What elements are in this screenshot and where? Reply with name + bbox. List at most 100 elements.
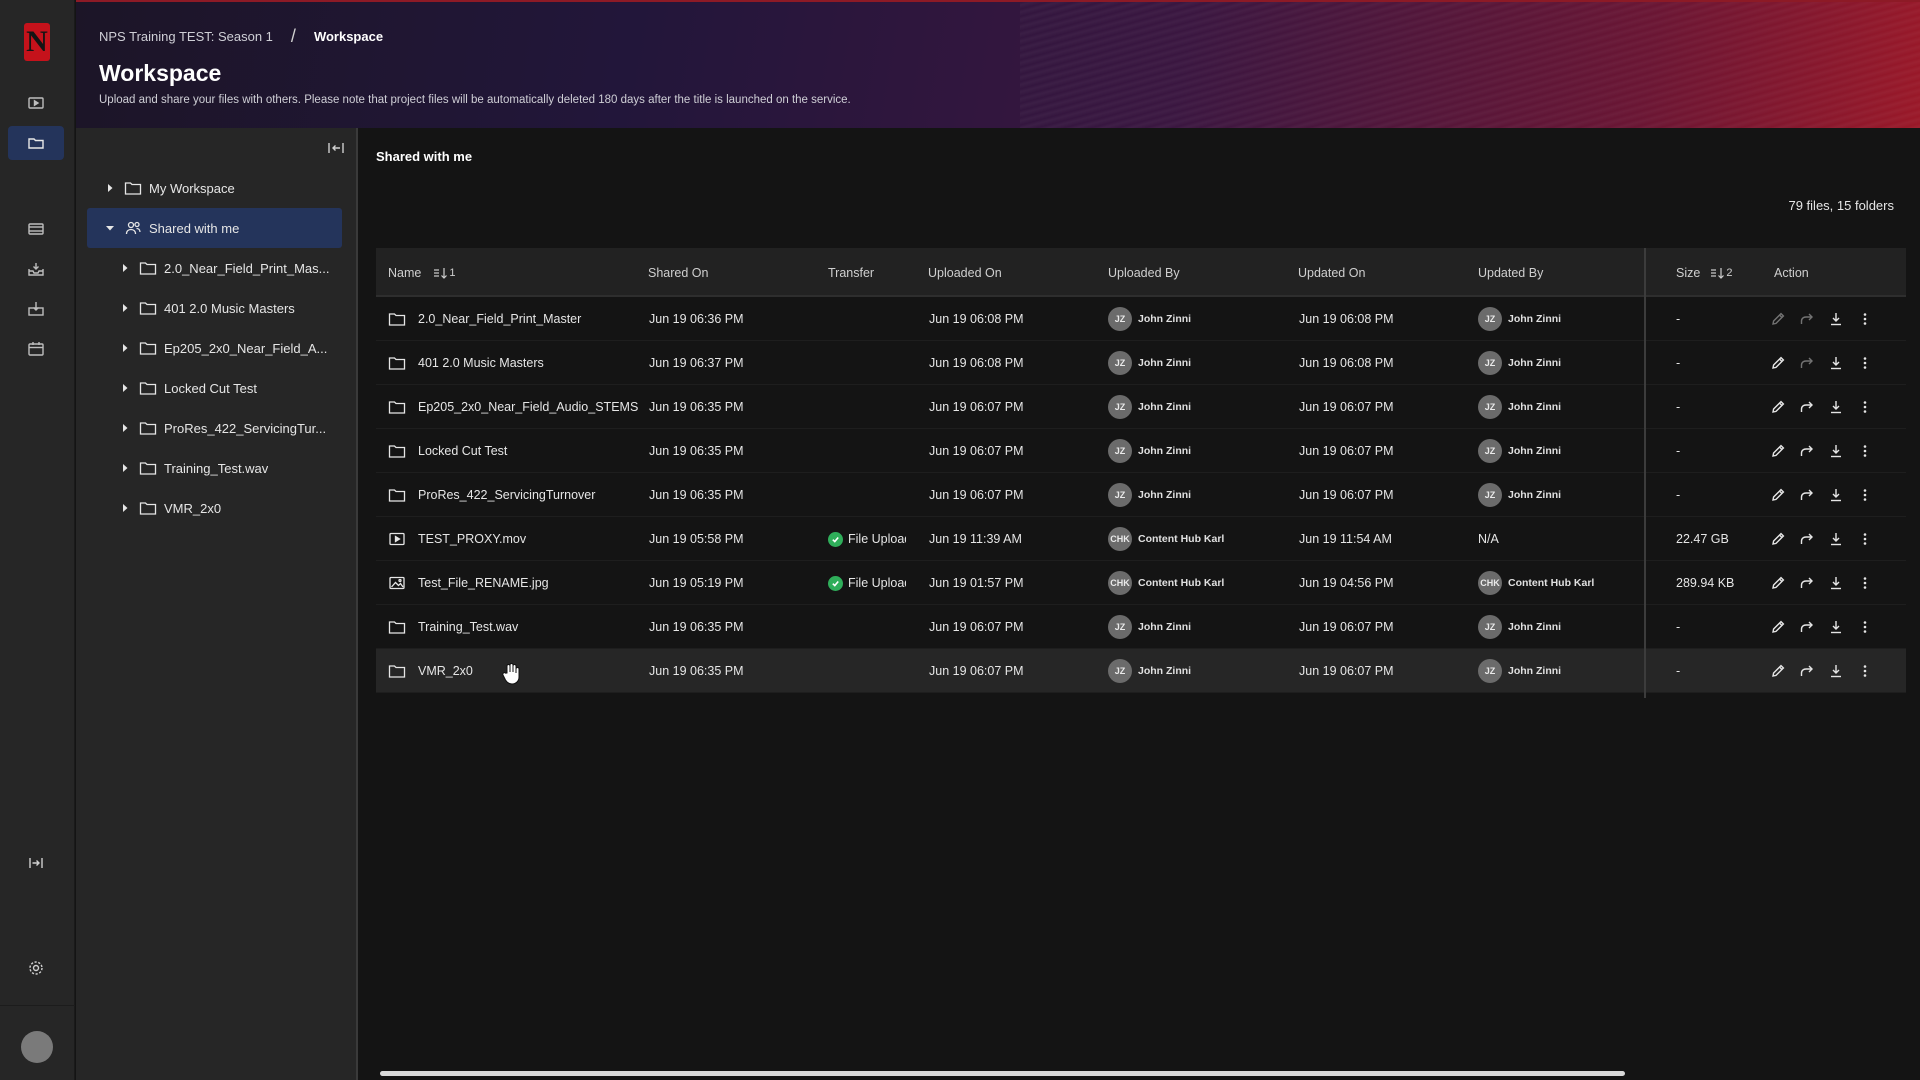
rename-pencil-icon[interactable]: [1767, 396, 1789, 418]
file-name[interactable]: 2.0_Near_Field_Print_Master: [418, 312, 581, 326]
expand-rail-button[interactable]: [8, 846, 64, 880]
rename-pencil-icon[interactable]: [1767, 440, 1789, 462]
table-row[interactable]: 2.0_Near_Field_Print_Master Jun 19 06:36 …: [376, 297, 1906, 341]
rename-pencil-icon[interactable]: [1767, 308, 1789, 330]
cell-name[interactable]: Locked Cut Test: [388, 429, 638, 473]
download-icon[interactable]: [1825, 528, 1847, 550]
file-name[interactable]: VMR_2x0: [418, 664, 473, 678]
caret-right-icon[interactable]: [119, 502, 131, 514]
collapse-tree-button[interactable]: [326, 139, 346, 157]
share-arrow-icon[interactable]: [1796, 484, 1818, 506]
tree-item-folder[interactable]: Training_Test.wav: [119, 448, 352, 488]
horizontal-scrollbar[interactable]: [380, 1071, 1625, 1076]
more-vertical-icon[interactable]: [1854, 352, 1876, 374]
caret-right-icon[interactable]: [119, 462, 131, 474]
tree-item-folder[interactable]: ProRes_422_ServicingTur...: [119, 408, 352, 448]
cell-name[interactable]: Training_Test.wav: [388, 605, 638, 649]
tree-item-folder[interactable]: Ep205_2x0_Near_Field_A...: [119, 328, 352, 368]
more-vertical-icon[interactable]: [1854, 440, 1876, 462]
file-name[interactable]: Locked Cut Test: [418, 444, 507, 458]
share-arrow-icon[interactable]: [1796, 660, 1818, 682]
rename-pencil-icon[interactable]: [1767, 616, 1789, 638]
more-vertical-icon[interactable]: [1854, 660, 1876, 682]
caret-right-icon[interactable]: [119, 422, 131, 434]
sort-indicator-size[interactable]: 2: [1710, 267, 1732, 279]
rail-workspace-button[interactable]: [8, 126, 64, 160]
column-header-updated-on[interactable]: Updated On: [1298, 248, 1365, 297]
tree-item-folder[interactable]: 2.0_Near_Field_Print_Mas...: [119, 248, 352, 288]
table-row[interactable]: Ep205_2x0_Near_Field_Audio_STEMS Jun 19 0…: [376, 385, 1906, 429]
rename-pencil-icon[interactable]: [1767, 352, 1789, 374]
tree-item-folder[interactable]: 401 2.0 Music Masters: [119, 288, 352, 328]
share-arrow-icon[interactable]: [1796, 396, 1818, 418]
more-vertical-icon[interactable]: [1854, 396, 1876, 418]
column-header-uploaded-by[interactable]: Uploaded By: [1108, 248, 1180, 297]
rename-pencil-icon[interactable]: [1767, 484, 1789, 506]
tree-item-folder[interactable]: VMR_2x0: [119, 488, 352, 528]
file-name[interactable]: 401 2.0 Music Masters: [418, 356, 544, 370]
rename-pencil-icon[interactable]: [1767, 572, 1789, 594]
netflix-logo[interactable]: N: [24, 23, 50, 61]
sort-indicator-name[interactable]: 1: [433, 267, 455, 279]
cell-name[interactable]: 401 2.0 Music Masters: [388, 341, 638, 385]
download-icon[interactable]: [1825, 440, 1847, 462]
column-header-uploaded-on[interactable]: Uploaded On: [928, 248, 1002, 297]
share-arrow-icon[interactable]: [1796, 528, 1818, 550]
table-row[interactable]: Test_File_RENAME.jpg Jun 19 05:19 PM File…: [376, 561, 1906, 605]
rename-pencil-icon[interactable]: [1767, 660, 1789, 682]
breadcrumb-project-link[interactable]: NPS Training TEST: Season 1: [99, 29, 273, 44]
share-arrow-icon[interactable]: [1796, 616, 1818, 638]
more-vertical-icon[interactable]: [1854, 572, 1876, 594]
tree-item-shared-with-me[interactable]: Shared with me: [87, 208, 342, 248]
download-icon[interactable]: [1825, 616, 1847, 638]
share-arrow-icon[interactable]: [1796, 352, 1818, 374]
table-row[interactable]: TEST_PROXY.mov Jun 19 05:58 PM File Uploa…: [376, 517, 1906, 561]
table-row[interactable]: ProRes_422_ServicingTurnover Jun 19 06:35…: [376, 473, 1906, 517]
caret-right-icon[interactable]: [119, 382, 131, 394]
download-icon[interactable]: [1825, 396, 1847, 418]
table-row[interactable]: Locked Cut Test Jun 19 06:35 PM Jun 19 06:…: [376, 429, 1906, 473]
download-icon[interactable]: [1825, 660, 1847, 682]
download-icon[interactable]: [1825, 352, 1847, 374]
table-row[interactable]: Training_Test.wav Jun 19 06:35 PM Jun 19 0…: [376, 605, 1906, 649]
file-name[interactable]: Ep205_2x0_Near_Field_Audio_STEMS: [418, 400, 638, 414]
share-arrow-icon[interactable]: [1796, 440, 1818, 462]
more-vertical-icon[interactable]: [1854, 484, 1876, 506]
user-avatar[interactable]: [21, 1031, 53, 1063]
share-arrow-icon[interactable]: [1796, 572, 1818, 594]
file-name[interactable]: ProRes_422_ServicingTurnover: [418, 488, 595, 502]
share-arrow-icon[interactable]: [1796, 308, 1818, 330]
tree-item-folder[interactable]: Locked Cut Test: [119, 368, 352, 408]
file-name[interactable]: Training_Test.wav: [418, 620, 518, 634]
more-vertical-icon[interactable]: [1854, 308, 1876, 330]
rail-play-button[interactable]: [8, 86, 64, 120]
column-header-transfer[interactable]: Transfer: [828, 248, 874, 297]
rail-inbox-button[interactable]: [8, 252, 64, 286]
cell-name[interactable]: TEST_PROXY.mov: [388, 517, 638, 561]
caret-right-icon[interactable]: [119, 302, 131, 314]
download-icon[interactable]: [1825, 484, 1847, 506]
table-row[interactable]: VMR_2x0 Jun 19 06:35 PM Jun 19 06:07 PM JZ…: [376, 649, 1906, 693]
rename-pencil-icon[interactable]: [1767, 528, 1789, 550]
tree-item-my-workspace[interactable]: My Workspace: [104, 168, 352, 208]
cell-name[interactable]: Ep205_2x0_Near_Field_Audio_STEMS: [388, 385, 638, 429]
column-header-name[interactable]: Name 1: [388, 248, 455, 297]
column-header-shared-on[interactable]: Shared On: [648, 248, 708, 297]
cell-name[interactable]: ProRes_422_ServicingTurnover: [388, 473, 638, 517]
download-icon[interactable]: [1825, 308, 1847, 330]
cell-name[interactable]: 2.0_Near_Field_Print_Master: [388, 297, 638, 341]
column-header-size[interactable]: Size 2: [1676, 248, 1732, 297]
cell-name[interactable]: Test_File_RENAME.jpg: [388, 561, 638, 605]
caret-down-icon[interactable]: [104, 222, 116, 234]
settings-button[interactable]: [8, 951, 64, 985]
table-row[interactable]: 401 2.0 Music Masters Jun 19 06:37 PM Jun …: [376, 341, 1906, 385]
caret-right-icon[interactable]: [119, 342, 131, 354]
rail-film-button[interactable]: [8, 212, 64, 246]
file-name[interactable]: TEST_PROXY.mov: [418, 532, 526, 546]
file-name[interactable]: Test_File_RENAME.jpg: [418, 576, 549, 590]
caret-right-icon[interactable]: [104, 182, 116, 194]
column-header-updated-by[interactable]: Updated By: [1478, 248, 1543, 297]
more-vertical-icon[interactable]: [1854, 528, 1876, 550]
rail-calendar-button[interactable]: [8, 332, 64, 366]
caret-right-icon[interactable]: [119, 262, 131, 274]
